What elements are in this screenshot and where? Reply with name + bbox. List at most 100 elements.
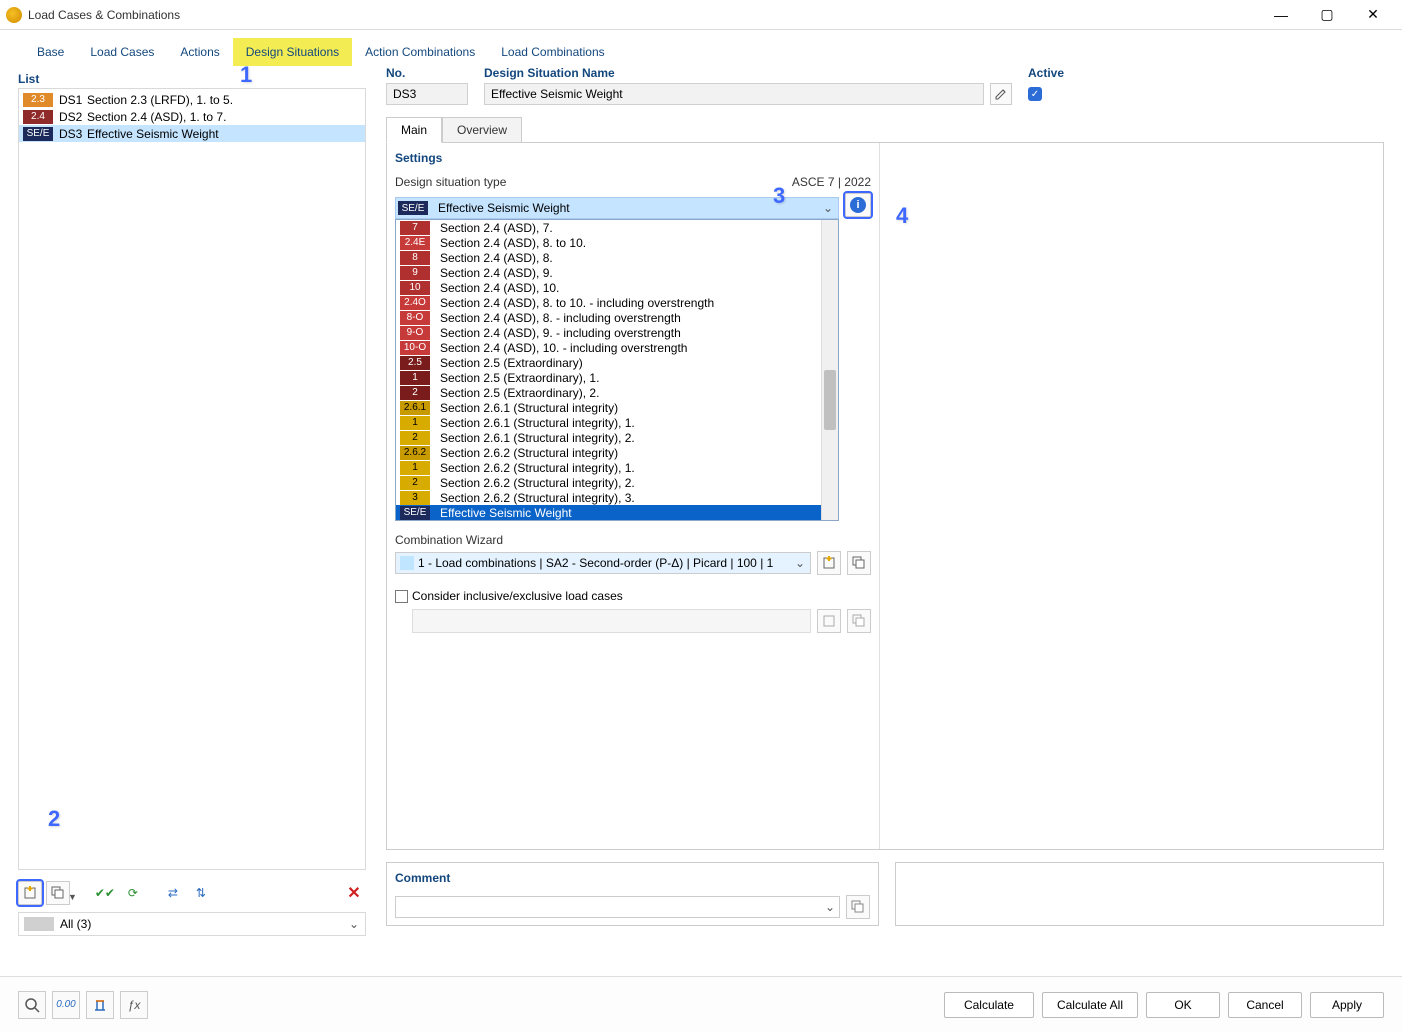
tab-actions[interactable]: Actions bbox=[167, 38, 232, 66]
tab-base[interactable]: Base bbox=[24, 38, 77, 66]
footer-search-button[interactable] bbox=[18, 991, 46, 1019]
subtab-main[interactable]: Main bbox=[386, 117, 442, 143]
active-checkbox[interactable]: ✓ bbox=[1028, 87, 1042, 101]
calculate-all-button[interactable]: Calculate All bbox=[1042, 992, 1138, 1018]
close-button[interactable]: ✕ bbox=[1350, 0, 1396, 30]
dropdown-item[interactable]: 9Section 2.4 (ASD), 9. bbox=[396, 265, 821, 280]
window-title: Load Cases & Combinations bbox=[28, 8, 180, 22]
edit-name-button[interactable] bbox=[990, 83, 1012, 105]
dropdown-item[interactable]: SE/EEffective Seismic Weight bbox=[396, 505, 821, 520]
list-item[interactable]: 2.3 DS1Section 2.3 (LRFD), 1. to 5. bbox=[19, 91, 365, 108]
dropdown-text: Section 2.4 (ASD), 9. - including overst… bbox=[436, 326, 681, 340]
no-field[interactable]: DS3 bbox=[386, 83, 468, 105]
dropdown-tag: 2.6.1 bbox=[400, 401, 430, 415]
list-name: Section 2.3 (LRFD), 1. to 5. bbox=[87, 93, 361, 107]
maximize-button[interactable]: ▢ bbox=[1304, 0, 1350, 30]
filter-color-icon bbox=[24, 917, 54, 931]
wizard-value: 1 - Load combinations | SA2 - Second-ord… bbox=[418, 556, 790, 570]
combo-value: Effective Seismic Weight bbox=[434, 201, 818, 215]
check-green-icon[interactable]: ✔✔ bbox=[93, 881, 117, 905]
dropdown-tag: 1 bbox=[400, 371, 430, 385]
dropdown-item[interactable]: 3Section 2.6.2 (Structural integrity), 3… bbox=[396, 490, 821, 505]
dropdown-text: Section 2.4 (ASD), 10. - including overs… bbox=[436, 341, 687, 355]
dropdown-text: Section 2.4 (ASD), 8. to 10. bbox=[436, 236, 586, 250]
dropdown-item[interactable]: 2Section 2.5 (Extraordinary), 2. bbox=[396, 385, 821, 400]
inclusive-checkbox[interactable] bbox=[395, 590, 408, 603]
footer-structure-button[interactable] bbox=[86, 991, 114, 1019]
dropdown-item[interactable]: 2Section 2.6.1 (Structural integrity), 2… bbox=[396, 430, 821, 445]
ds-list[interactable]: 2.3 DS1Section 2.3 (LRFD), 1. to 5. 2.4 DS2… bbox=[18, 88, 366, 870]
dropdown-item[interactable]: 10Section 2.4 (ASD), 10. bbox=[396, 280, 821, 295]
dropdown-tag: 2.4O bbox=[400, 296, 430, 310]
new-item-button[interactable] bbox=[18, 881, 42, 905]
dropdown-text: Section 2.6.1 (Structural integrity) bbox=[436, 401, 618, 415]
copy-item-button[interactable] bbox=[46, 881, 70, 905]
design-situation-type-combo[interactable]: SE/E Effective Seismic Weight ⌄ 7Section… bbox=[395, 197, 839, 219]
dropdown-item[interactable]: 2.6.2Section 2.6.2 (Structural integrity… bbox=[396, 445, 821, 460]
ok-button[interactable]: OK bbox=[1146, 992, 1220, 1018]
footer-units-button[interactable]: 0.00 bbox=[52, 991, 80, 1019]
dropdown-tag: 9-O bbox=[400, 326, 430, 340]
dropdown-text: Section 2.5 (Extraordinary), 1. bbox=[436, 371, 599, 385]
dropdown-item[interactable]: 8-OSection 2.4 (ASD), 8. - including ove… bbox=[396, 310, 821, 325]
calculate-button[interactable]: Calculate bbox=[944, 992, 1034, 1018]
apply-button[interactable]: Apply bbox=[1310, 992, 1384, 1018]
combination-wizard-combo[interactable]: 1 - Load combinations | SA2 - Second-ord… bbox=[395, 552, 811, 574]
dropdown-item[interactable]: 10-OSection 2.4 (ASD), 10. - including o… bbox=[396, 340, 821, 355]
swap-icon[interactable]: ⇄ bbox=[161, 881, 185, 905]
dropdown-text: Section 2.5 (Extraordinary), 2. bbox=[436, 386, 599, 400]
chevron-down-icon: ⌄ bbox=[345, 917, 363, 931]
dropdown-text: Section 2.4 (ASD), 8. - including overst… bbox=[436, 311, 681, 325]
dropdown-item[interactable]: 1 Section 2.5 (Extraordinary), 1. bbox=[396, 370, 821, 385]
list-item[interactable]: SE/EDS3Effective Seismic Weight bbox=[19, 125, 365, 142]
list-tag: 2.3 bbox=[23, 93, 53, 107]
list-id: DS1 bbox=[59, 93, 87, 107]
inclusive-copy-button[interactable] bbox=[847, 609, 871, 633]
inclusive-new-button[interactable] bbox=[817, 609, 841, 633]
dropdown-item[interactable]: 1Section 2.6.1 (Structural integrity), 1… bbox=[396, 415, 821, 430]
list-tag: 2.4 bbox=[23, 110, 53, 124]
wizard-new-button[interactable] bbox=[817, 551, 841, 575]
design-situation-type-dropdown[interactable]: 7Section 2.4 (ASD), 7.2.4ESection 2.4 (A… bbox=[395, 219, 839, 521]
dropdown-item[interactable]: 2.5Section 2.5 (Extraordinary) bbox=[396, 355, 821, 370]
footer-fx-button[interactable]: ƒx bbox=[120, 991, 148, 1019]
dropdown-tag: 2.6.2 bbox=[400, 446, 430, 460]
tab-action-combinations[interactable]: Action Combinations bbox=[352, 38, 488, 66]
dropdown-item[interactable]: 2.4O Section 2.4 (ASD), 8. to 10. - inclu… bbox=[396, 295, 821, 310]
dropdown-tag: 1 bbox=[400, 461, 430, 475]
dropdown-item[interactable]: 1Section 2.6.2 (Structural integrity), 1… bbox=[396, 460, 821, 475]
dropdown-item[interactable]: 8Section 2.4 (ASD), 8. bbox=[396, 250, 821, 265]
comment-preview-panel bbox=[895, 862, 1384, 926]
filter-combo[interactable]: All (3) ⌄ bbox=[18, 912, 366, 936]
dropdown-item[interactable]: 9-O Section 2.4 (ASD), 9. - including ove… bbox=[396, 325, 821, 340]
minimize-button[interactable]: — bbox=[1258, 0, 1304, 30]
dropdown-item[interactable]: 7Section 2.4 (ASD), 7. bbox=[396, 220, 821, 235]
refresh-icon[interactable]: ⟳ bbox=[121, 881, 145, 905]
comment-copy-button[interactable] bbox=[846, 895, 870, 919]
active-label: Active bbox=[1028, 66, 1384, 80]
list-id: DS2 bbox=[59, 110, 87, 124]
info-button[interactable]: i bbox=[845, 193, 871, 217]
list-item[interactable]: 2.4DS2Section 2.4 (ASD), 1. to 7. bbox=[19, 108, 365, 125]
dropdown-item[interactable]: 2.6.1 Section 2.6.1 (Structural integrity… bbox=[396, 400, 821, 415]
list-tag: SE/E bbox=[23, 127, 53, 141]
comment-combo[interactable]: ⌄ bbox=[395, 896, 840, 918]
dropdown-item[interactable]: 2.4ESection 2.4 (ASD), 8. to 10. bbox=[396, 235, 821, 250]
tab-design-situations[interactable]: Design Situations bbox=[233, 38, 352, 66]
dropdown-tag: 3 bbox=[400, 491, 430, 505]
delete-button[interactable]: ✕ bbox=[342, 881, 366, 905]
dropdown-text: Section 2.4 (ASD), 8. to 10. - including… bbox=[436, 296, 714, 310]
sort-icon[interactable]: ⇅ bbox=[189, 881, 213, 905]
inclusive-label: Consider inclusive/exclusive load cases bbox=[412, 589, 623, 603]
wizard-copy-button[interactable] bbox=[847, 551, 871, 575]
cancel-button[interactable]: Cancel bbox=[1228, 992, 1302, 1018]
dropdown-tag: 2.5 bbox=[400, 356, 430, 370]
tab-load-combinations[interactable]: Load Combinations bbox=[488, 38, 617, 66]
dropdown-scrollbar[interactable] bbox=[821, 220, 838, 520]
dropdown-item[interactable]: 2Section 2.6.2 (Structural integrity), 2… bbox=[396, 475, 821, 490]
subtab-overview[interactable]: Overview bbox=[442, 117, 522, 143]
filter-text: All (3) bbox=[60, 917, 345, 931]
list-name: Effective Seismic Weight bbox=[87, 127, 361, 141]
name-field[interactable]: Effective Seismic Weight bbox=[484, 83, 984, 105]
tab-load-cases[interactable]: Load Cases bbox=[77, 38, 167, 66]
